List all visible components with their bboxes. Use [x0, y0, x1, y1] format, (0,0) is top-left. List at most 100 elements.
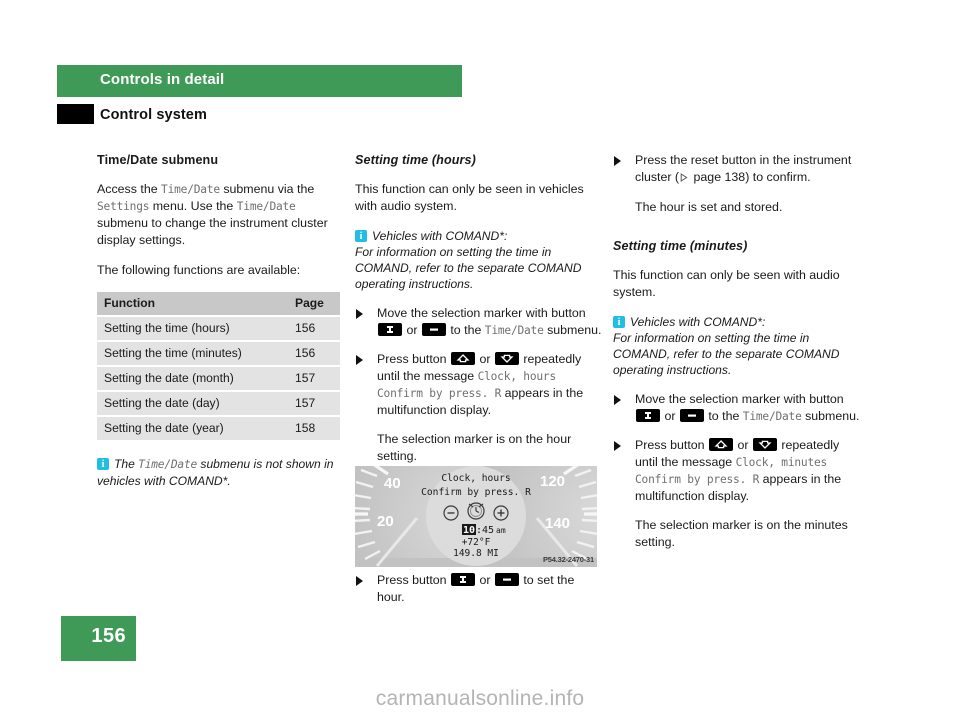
left-paragraph-1: Access the Time/Date submenu via the Set…: [97, 181, 347, 249]
bullet-arrow-icon: [614, 156, 621, 166]
info-icon: [97, 457, 109, 473]
cell-function: Setting the time (hours): [97, 316, 288, 342]
middle-step-1: Move the selection marker with button or…: [355, 305, 605, 339]
note-title: Vehicles with COMAND*:: [630, 315, 766, 329]
left-paragraph-2: The following functions are available:: [97, 263, 301, 277]
text-run: or: [661, 409, 679, 423]
right-step-1: Press the reset button in the instrument…: [613, 152, 863, 187]
display-line-2: Confirm by press. R: [421, 487, 531, 498]
cell-page: 157: [288, 366, 340, 392]
display-temperature: +72°F: [462, 537, 491, 548]
cell-page: 158: [288, 416, 340, 442]
middle-paragraph-1: This function can only be seen in vehicl…: [355, 182, 584, 213]
table-header-row: Function Page: [97, 292, 340, 317]
table-row: Setting the time (hours) 156: [97, 316, 340, 342]
table-row: Setting the time (minutes) 156: [97, 341, 340, 367]
left-note: The Time/Date submenu is not shown in ve…: [97, 456, 347, 489]
cell-function: Setting the date (day): [97, 391, 288, 417]
right-column: Press the reset button in the instrument…: [613, 152, 863, 563]
right-step-3: Press button or repeatedly until the mes…: [613, 437, 863, 505]
watermark: carmanualsonline.info: [375, 687, 585, 710]
page-number: 156: [91, 625, 126, 647]
up-arrow-key-icon: [709, 438, 734, 451]
text-run: Move the selection marker with button: [635, 392, 844, 406]
text-run: or: [476, 352, 494, 366]
cell-function: Setting the date (year): [97, 416, 288, 442]
text-run: submenu.: [543, 323, 602, 337]
right-heading: Setting time (minutes): [613, 239, 748, 253]
mono-time-date: Time/Date: [236, 200, 296, 213]
minus-key-icon: [421, 323, 446, 336]
bullet-arrow-icon: [356, 355, 363, 365]
gauge-label-40: 40: [384, 475, 401, 492]
middle-column-lower: Press button or to set the hour.: [355, 572, 605, 618]
plus-key-icon: [378, 323, 402, 336]
right-step-3-note: The selection marker is on the minutes s…: [635, 518, 848, 549]
display-ampm: am: [496, 526, 506, 535]
text-run: ) to confirm.: [745, 170, 811, 184]
cell-function: Setting the date (month): [97, 366, 288, 392]
bullet-arrow-icon: [614, 441, 621, 451]
right-step-2: Move the selection marker with button or…: [613, 391, 863, 425]
text-run: or: [403, 323, 421, 337]
text-run: Access the: [97, 182, 162, 196]
minus-key-icon: [494, 573, 519, 586]
middle-step-2-note: The selection marker is on the hour sett…: [377, 432, 572, 463]
section-marker-tab: [57, 104, 94, 124]
text-run: menu. Use the: [149, 199, 237, 213]
section-title: Control system: [100, 107, 207, 123]
bullet-arrow-icon: [614, 395, 621, 405]
middle-step-3: Press button or to set the hour.: [355, 572, 605, 606]
gauge-illustration: 40 20 120 140 Clock, hours Confirm by pr…: [355, 466, 597, 567]
bullet-arrow-icon: [356, 576, 363, 586]
note-title: Vehicles with COMAND*:: [372, 229, 508, 243]
right-note: Vehicles with COMAND*: For information o…: [613, 314, 863, 378]
text-run: Press button: [635, 438, 709, 452]
left-column: Time/Date submenu Access the Time/Date s…: [97, 152, 347, 502]
clock-icon: [467, 502, 485, 520]
mono-time-date: Time/Date: [138, 458, 198, 471]
display-line-1: Clock, hours: [441, 473, 510, 484]
gauge-label-140: 140: [545, 515, 570, 532]
text-run: Press button: [377, 352, 451, 366]
gauge-label-120: 120: [540, 473, 565, 490]
display-hour: 10: [463, 525, 475, 536]
figure-id-label: P54.32-2470-31: [543, 555, 594, 564]
column-header-page: Page: [288, 292, 340, 317]
plus-key-icon: [451, 573, 476, 586]
text-run: The: [114, 457, 139, 471]
plus-key-icon: [636, 409, 660, 422]
up-arrow-key-icon: [451, 352, 476, 365]
mono-time-date: Time/Date: [742, 410, 802, 423]
text-run: submenu via the: [219, 182, 315, 196]
page-ref-triangle-icon: [680, 170, 688, 187]
functions-table: Function Page Setting the time (hours) 1…: [97, 292, 340, 442]
text-run: submenu to change the instrument cluster…: [97, 216, 328, 247]
display-minutes: :45: [476, 525, 494, 536]
instrument-cluster-figure: 40 20 120 140 Clock, hours Confirm by pr…: [355, 466, 597, 567]
text-run: or: [734, 438, 752, 452]
text-run: submenu.: [801, 409, 860, 423]
middle-note: Vehicles with COMAND*: For information o…: [355, 228, 605, 292]
down-arrow-key-icon: [494, 352, 519, 365]
right-step-1-note: The hour is set and stored.: [635, 200, 783, 214]
left-heading: Time/Date submenu: [97, 153, 219, 167]
text-run: or: [476, 573, 494, 587]
display-odometer: 149.8 MI: [453, 548, 499, 559]
middle-heading: Setting time (hours): [355, 153, 476, 167]
mono-settings: Settings: [97, 200, 150, 213]
chapter-header-bar: Controls in detail: [57, 65, 462, 97]
page-number-box: 156: [61, 616, 136, 661]
page-reference: page 138: [690, 170, 746, 184]
right-paragraph-1: This function can only be seen with audi…: [613, 268, 840, 299]
bullet-arrow-icon: [356, 309, 363, 319]
gauge-label-20: 20: [377, 513, 394, 530]
text-run: Move the selection marker with button: [377, 306, 586, 320]
middle-step-2: Press button or repeatedly until the mes…: [355, 351, 605, 419]
text-run: Press button: [377, 573, 451, 587]
mono-time-date: Time/Date: [161, 183, 220, 196]
chapter-title: Controls in detail: [100, 71, 225, 88]
text-run: to the: [704, 409, 743, 423]
info-icon: [613, 315, 625, 331]
text-run: to the: [446, 323, 485, 337]
